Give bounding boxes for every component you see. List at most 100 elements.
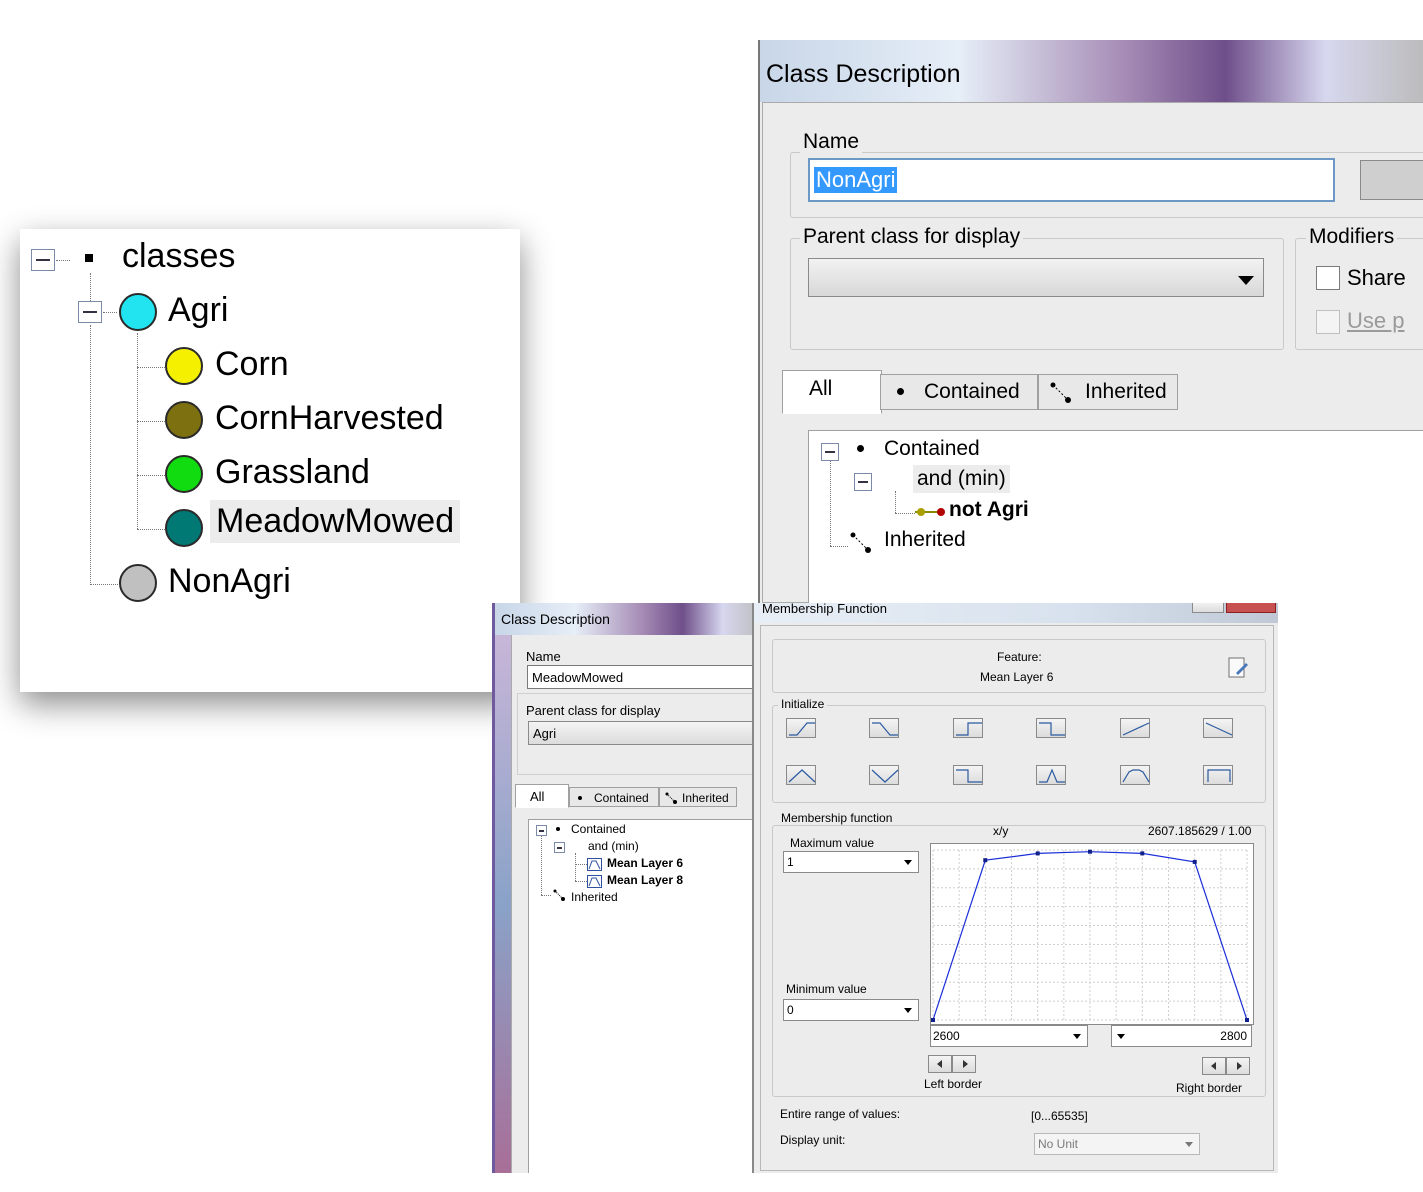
edit-feature-icon[interactable]: [1228, 657, 1248, 679]
initialize-label: Initialize: [778, 697, 828, 711]
tab-contained[interactable]: Contained: [880, 374, 1038, 410]
name-side-button[interactable]: [1360, 160, 1423, 200]
xy-label: x/y: [993, 824, 1009, 838]
parent-class-dropdown[interactable]: [808, 258, 1264, 297]
smaller-than-boolean-button[interactable]: [1036, 718, 1066, 738]
tree-not-agri[interactable]: not Agri: [949, 498, 1029, 522]
larger-than-boolean-button[interactable]: [953, 718, 983, 738]
smaller-than-button[interactable]: [869, 718, 899, 738]
curve-point[interactable]: [1140, 851, 1145, 856]
modifiers-label: Modifiers: [1306, 225, 1398, 249]
membership-function-dialog: Membership Function Feature: Mean Layer …: [752, 603, 1278, 1173]
nonagri-color-icon: [119, 564, 157, 602]
singleton-button[interactable]: [953, 765, 983, 785]
dialog-title-bar[interactable]: Class Description: [495, 603, 763, 635]
tab-contained[interactable]: Contained: [569, 787, 659, 807]
display-unit-dropdown[interactable]: No Unit: [1034, 1133, 1200, 1155]
right-border-increase-button[interactable]: [1226, 1057, 1250, 1075]
tab-all[interactable]: All: [515, 784, 569, 808]
tab-inherited[interactable]: Inherited: [659, 787, 737, 807]
collapse-contained-icon[interactable]: [536, 825, 547, 836]
tree-contained[interactable]: Contained: [884, 437, 980, 461]
dialog-title-bar[interactable]: Class Description: [760, 40, 1423, 102]
agri-color-icon: [119, 293, 157, 331]
larger-than-boolean-icon: [956, 722, 982, 736]
min-value-dropdown[interactable]: 0: [783, 999, 919, 1021]
collapse-agri-icon[interactable]: [78, 301, 102, 323]
curve-point[interactable]: [1035, 851, 1040, 856]
class-hierarchy-panel: classes Agri Corn CornHarvested Grasslan…: [20, 229, 520, 692]
right-border-decrease-button[interactable]: [1202, 1057, 1226, 1075]
max-value-dropdown[interactable]: 1: [783, 851, 919, 873]
tree-contained[interactable]: Contained: [571, 822, 626, 836]
tree-mean-layer-8[interactable]: Mean Layer 8: [607, 873, 683, 887]
expression-tree[interactable]: Contained and (min) not Agri Inherited: [808, 430, 1423, 603]
linear-range-triangle-button[interactable]: [786, 765, 816, 785]
root-label[interactable]: classes: [122, 237, 235, 276]
use-checkbox[interactable]: [1316, 310, 1340, 334]
curve-point[interactable]: [983, 858, 988, 863]
name-input-value: MeadowMowed: [532, 670, 624, 685]
display-unit-value: No Unit: [1038, 1137, 1079, 1151]
class-nonagri[interactable]: NonAgri: [168, 562, 291, 601]
membership-function-label: Membership function: [778, 811, 896, 825]
linear-larger-button[interactable]: [1120, 718, 1150, 738]
min-value-value: 0: [787, 1003, 794, 1017]
collapse-classes-icon[interactable]: [31, 249, 55, 271]
right-border-dropdown[interactable]: 2800: [1111, 1025, 1252, 1047]
tree-and-min[interactable]: and (min): [913, 465, 1010, 493]
tab-inherited-label: Inherited: [682, 791, 729, 805]
expression-tree[interactable]: Contained and (min) Mean Layer 6 Mean La…: [528, 819, 763, 1173]
chevron-down-icon: [1073, 1034, 1081, 1039]
tab-all[interactable]: All: [782, 370, 882, 414]
chevron-down-icon: [904, 1008, 912, 1013]
class-grassland[interactable]: Grassland: [215, 453, 370, 492]
linear-range-triangle-icon: [788, 769, 816, 783]
tab-all-label: All: [530, 789, 545, 804]
chevron-down-icon: [904, 860, 912, 865]
approximate-gaussian-button[interactable]: [1036, 765, 1066, 785]
linear-range-inverted-button[interactable]: [869, 765, 899, 785]
tree-mean-layer-6[interactable]: Mean Layer 6: [607, 856, 683, 870]
linear-smaller-button[interactable]: [1203, 718, 1233, 738]
tab-all-label: All: [809, 377, 833, 400]
tree-inherited[interactable]: Inherited: [884, 528, 966, 552]
tree-inherited[interactable]: Inherited: [571, 890, 618, 904]
collapse-and-icon[interactable]: [554, 842, 565, 853]
membership-chart[interactable]: [930, 843, 1254, 1025]
about-range-button[interactable]: [1120, 765, 1150, 785]
help-button[interactable]: [1192, 603, 1224, 613]
dialog-title: Membership Function: [762, 603, 887, 616]
name-input[interactable]: NonAgri: [808, 158, 1335, 202]
class-cornharvested[interactable]: CornHarvested: [215, 399, 444, 438]
left-border-increase-button[interactable]: [952, 1055, 976, 1073]
class-meadowmowed[interactable]: MeadowMowed: [210, 500, 461, 543]
tree-and-min[interactable]: and (min): [588, 839, 639, 853]
tab-inherited[interactable]: Inherited: [1038, 374, 1178, 410]
curve-point[interactable]: [1192, 859, 1197, 864]
curve-point[interactable]: [1245, 1018, 1249, 1022]
shared-label: Share: [1347, 265, 1406, 290]
singleton-icon: [956, 769, 982, 783]
dialog-title-bar[interactable]: Membership Function: [754, 603, 1278, 623]
display-unit-label: Display unit:: [780, 1133, 846, 1147]
max-value-label: Maximum value: [790, 836, 875, 850]
right-border-value: 2800: [1220, 1029, 1247, 1043]
linear-larger-icon: [1122, 722, 1150, 736]
larger-than-button[interactable]: [786, 718, 816, 738]
left-border-decrease-button[interactable]: [928, 1055, 952, 1073]
name-label: Name: [800, 130, 863, 154]
curve-point[interactable]: [931, 1018, 935, 1022]
shared-checkbox[interactable]: [1316, 266, 1340, 290]
collapse-and-icon[interactable]: [854, 473, 872, 491]
close-button[interactable]: [1226, 603, 1276, 613]
range-value: [0...65535]: [1031, 1109, 1088, 1123]
curve-point[interactable]: [1088, 849, 1092, 854]
full-range-button[interactable]: [1203, 765, 1233, 785]
class-corn[interactable]: Corn: [215, 345, 289, 384]
collapse-contained-icon[interactable]: [821, 443, 839, 461]
min-value-label: Minimum value: [786, 982, 867, 996]
name-input[interactable]: MeadowMowed: [527, 665, 763, 689]
left-border-dropdown[interactable]: 2600: [930, 1025, 1088, 1047]
class-agri[interactable]: Agri: [168, 291, 228, 330]
